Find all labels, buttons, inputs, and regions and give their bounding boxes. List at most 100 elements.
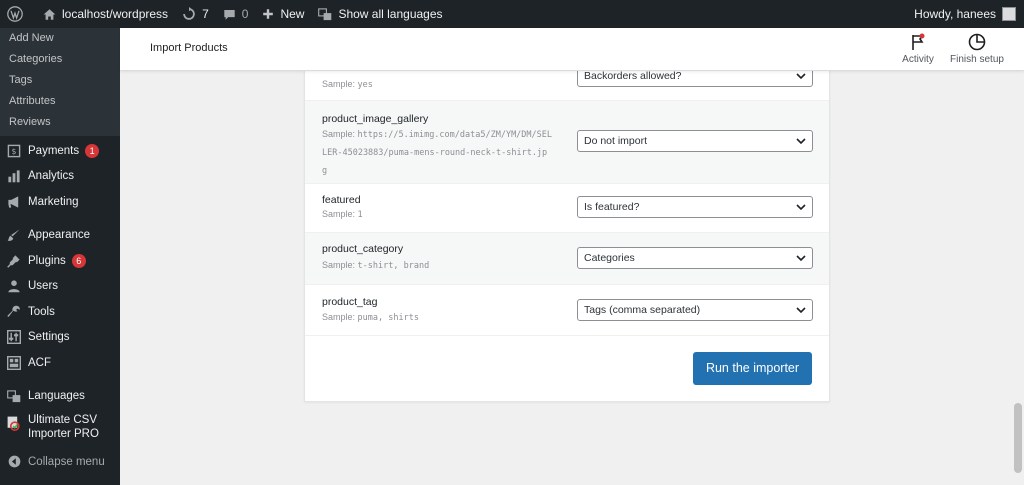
sidebar-item-label: Tools [28, 305, 55, 318]
wordpress-logo-menu[interactable] [0, 0, 36, 28]
sample-value: t-shirt, brand [357, 261, 430, 271]
sample-text: Sample: puma, shirts [322, 310, 419, 327]
howdy-text: Howdy, hanees [914, 7, 996, 21]
sidebar-item-label: Languages [28, 390, 85, 403]
wrench-icon [6, 304, 22, 320]
sidebar-item-ultimate-csv-importer[interactable]: Ultimate CSV Importer PRO [0, 409, 120, 449]
submenu-tags[interactable]: Tags [0, 70, 120, 91]
mapping-select[interactable]: Do not import [577, 130, 813, 152]
finish-setup-button[interactable]: Finish setup [947, 32, 1007, 65]
csv-importer-line1: Ultimate CSV [28, 414, 98, 426]
sample-label: Sample: [322, 312, 356, 322]
updates-count: 7 [202, 7, 209, 21]
mapping-select[interactable]: Is featured? [577, 196, 813, 218]
sidebar-item-plugins[interactable]: Plugins 6 [0, 248, 120, 274]
collapse-icon [6, 454, 22, 470]
brush-icon [6, 227, 22, 243]
mapping-row-product-category: product_category Sample: t-shirt, brand … [305, 233, 829, 285]
chevron-down-icon [796, 307, 806, 314]
field-name: featured [322, 194, 361, 206]
select-value: Do not import [584, 135, 648, 147]
comment-icon [224, 9, 235, 20]
collapse-label: Collapse menu [28, 455, 105, 468]
finish-setup-icon-wrap [947, 32, 1007, 52]
csv-importer-label: Ultimate CSV Importer PRO [28, 413, 99, 441]
sidebar-item-marketing[interactable]: Marketing [0, 189, 120, 215]
select-value: Backorders allowed? [584, 70, 682, 82]
wordpress-icon [7, 6, 23, 22]
activity-label: Activity [902, 54, 934, 65]
collapse-menu-button[interactable]: Collapse menu [0, 449, 120, 475]
sidebar-item-payments[interactable]: $ Payments 1 [0, 138, 120, 164]
chevron-down-icon [796, 138, 806, 145]
sidebar-item-analytics[interactable]: Analytics [0, 164, 120, 190]
translate-icon [318, 7, 332, 20]
sidebar-item-acf[interactable]: ACF [0, 350, 120, 376]
page-title: Import Products [150, 42, 228, 54]
my-account-menu[interactable]: Howdy, hanees [914, 7, 1024, 21]
sample-text: Sample: yes [322, 77, 373, 94]
language-switcher[interactable]: Show all languages [311, 0, 449, 28]
submenu-categories[interactable]: Categories [0, 49, 120, 70]
payments-badge: 1 [85, 143, 100, 158]
sidebar-item-label: Analytics [28, 170, 75, 183]
field-name: product_image_gallery [322, 113, 429, 125]
run-importer-button[interactable]: Run the importer [693, 352, 812, 385]
activity-button[interactable]: Activity [888, 32, 948, 65]
mapping-row-featured: featured Sample: 1 Is featured? [305, 184, 829, 233]
mapping-select[interactable]: Tags (comma separated) [577, 299, 813, 321]
page-scrollbar[interactable] [1012, 71, 1024, 485]
menu-separator [0, 376, 120, 384]
csv-importer-icon [6, 415, 22, 431]
select-value: Is featured? [584, 201, 640, 213]
sidebar-item-label: Plugins [28, 254, 66, 267]
sample-value: https://5.imimg.com/data5/ZM/YM/DM/SELLE… [322, 130, 553, 176]
menu-separator [0, 215, 120, 223]
chevron-down-icon [796, 204, 806, 211]
sample-value: 1 [357, 210, 363, 220]
svg-text:$: $ [12, 147, 17, 156]
sample-value: puma, shirts [357, 313, 419, 323]
new-content-link[interactable]: New [255, 0, 311, 28]
payments-icon: $ [6, 143, 22, 159]
field-name: product_tag [322, 296, 378, 308]
finish-setup-label: Finish setup [950, 54, 1004, 65]
user-icon [6, 278, 22, 294]
site-name-link[interactable]: localhost/wordpress [36, 0, 175, 28]
updates-link[interactable]: 7 [175, 0, 216, 28]
sample-label: Sample: [322, 260, 356, 270]
sidebar-item-languages[interactable]: Languages [0, 384, 120, 410]
sidebar-item-appearance[interactable]: Appearance [0, 223, 120, 249]
sidebar-item-label: Appearance [28, 229, 91, 242]
sample-text: Sample: t-shirt, brand [322, 258, 429, 275]
translate-icon [6, 388, 22, 404]
acf-icon [6, 355, 22, 371]
activity-icon-wrap [888, 32, 948, 52]
analytics-icon [6, 168, 22, 184]
sidebar-item-tools[interactable]: Tools [0, 299, 120, 325]
sidebar-item-label: Settings [28, 331, 70, 344]
submenu-attributes[interactable]: Attributes [0, 91, 120, 112]
select-value: Categories [584, 252, 635, 264]
plugins-badge: 6 [71, 253, 86, 268]
sidebar-item-label: Users [28, 280, 59, 293]
megaphone-icon [6, 194, 22, 210]
sample-text: Sample: 1 [322, 207, 363, 224]
mapping-row-product-image-gallery: product_image_gallery Sample: https://5.… [305, 101, 829, 184]
comments-link[interactable]: 0 [216, 0, 256, 28]
languages-label: Show all languages [338, 7, 443, 21]
scrollbar-thumb[interactable] [1014, 403, 1022, 473]
progress-ring-icon [968, 33, 986, 51]
csv-importer-line2: Importer PRO [28, 428, 99, 440]
sidebar-item-settings[interactable]: Settings [0, 325, 120, 351]
mapping-select[interactable]: Categories [577, 247, 813, 269]
submenu-reviews[interactable]: Reviews [0, 112, 120, 133]
sidebar-item-label: Payments [28, 144, 80, 157]
submenu-add-new[interactable]: Add New [0, 28, 120, 49]
chevron-down-icon [796, 73, 806, 80]
sidebar-item-users[interactable]: Users [0, 274, 120, 300]
avatar [1002, 7, 1016, 21]
products-submenu: Add New Categories Tags Attributes Revie… [0, 28, 120, 136]
sample-label: Sample: [322, 209, 356, 219]
select-value: Tags (comma separated) [584, 304, 701, 316]
